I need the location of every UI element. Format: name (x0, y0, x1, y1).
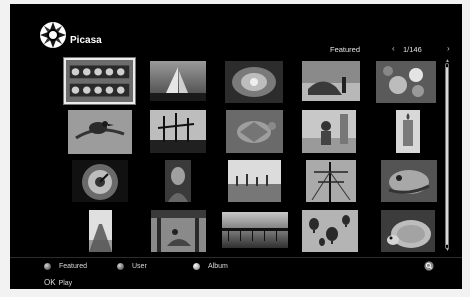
photo-thumbnail[interactable] (150, 61, 206, 101)
play-label: Play (58, 280, 73, 287)
photo-thumbnail[interactable] (228, 160, 281, 202)
featured-button[interactable]: Featured (44, 263, 87, 270)
photo-thumbnail[interactable] (151, 210, 206, 252)
user-label: User (132, 263, 147, 270)
album-button[interactable]: Album (193, 263, 228, 270)
photo-thumbnail[interactable] (306, 160, 356, 202)
photo-thumbnail[interactable] (225, 61, 283, 103)
footer-divider (10, 257, 462, 258)
featured-label: Featured (59, 263, 88, 270)
scroll-thumb[interactable] (446, 67, 448, 245)
magnifier-icon[interactable] (424, 261, 434, 271)
photo-thumbnail[interactable] (89, 210, 112, 252)
photo-thumbnail[interactable] (396, 110, 420, 153)
photo-grid (10, 4, 462, 289)
photo-thumbnail[interactable] (72, 160, 128, 202)
photo-thumbnail[interactable] (302, 61, 360, 101)
user-button[interactable]: User (117, 263, 147, 270)
photo-thumbnail[interactable] (302, 210, 358, 252)
photo-thumbnail[interactable] (226, 110, 283, 153)
tv-screen: Picasa Featured ‹ 1/146 › ▲ ▼ Featured U… (10, 4, 462, 289)
ok-play-hint: OK Play (44, 278, 72, 287)
album-label: Album (208, 263, 228, 270)
scrollbar[interactable]: ▲ ▼ (444, 59, 451, 253)
photo-thumbnail[interactable] (381, 210, 435, 252)
photo-thumbnail[interactable] (376, 61, 436, 103)
photo-thumbnail-selected[interactable] (63, 57, 136, 105)
button-dot-icon (44, 263, 51, 270)
photo-thumbnail[interactable] (68, 110, 132, 154)
photo-thumbnail[interactable] (150, 110, 206, 153)
ok-key-label: OK (44, 278, 56, 287)
photo-thumbnail[interactable] (165, 160, 191, 202)
photo-thumbnail[interactable] (302, 110, 356, 153)
scroll-down-icon[interactable]: ▼ (444, 248, 451, 253)
photo-thumbnail[interactable] (381, 160, 437, 202)
button-dot-icon (117, 263, 124, 270)
button-dot-icon (193, 263, 200, 270)
photo-thumbnail[interactable] (222, 212, 288, 248)
